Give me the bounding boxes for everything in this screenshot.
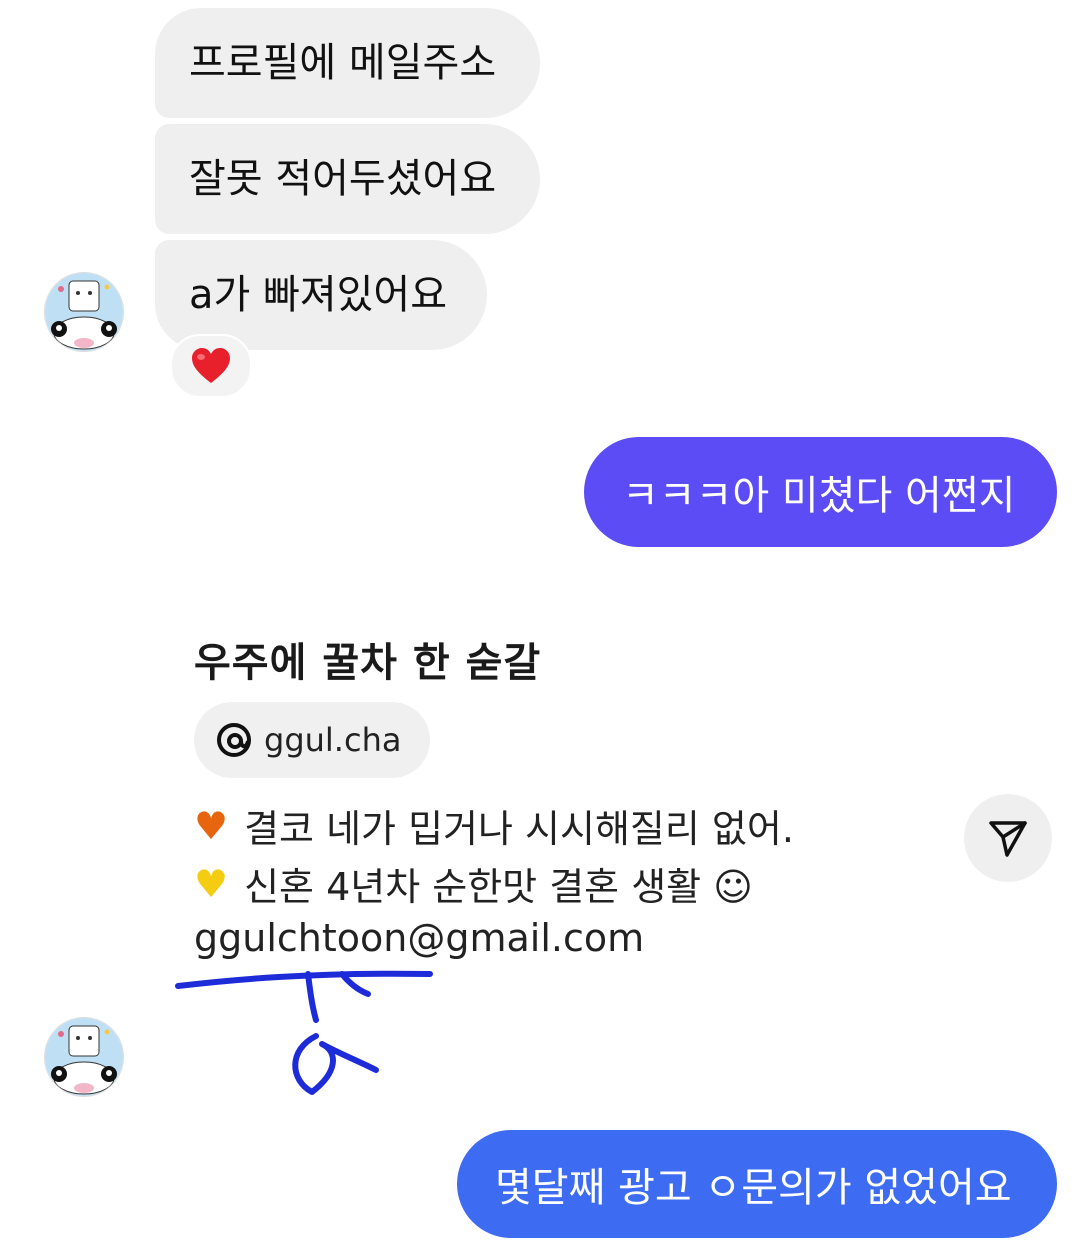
yellow-heart-icon: ♥ [194,861,229,906]
message-text: 잘못 적어두셨어요 [189,156,497,202]
avatar[interactable] [44,272,124,352]
orange-heart-icon: ♥ [194,803,229,848]
reaction-badge[interactable] [170,334,252,398]
bio-text: 결코 네가 밉거나 시시해질리 없어. [244,807,794,851]
threads-icon [217,723,251,757]
send-icon [989,821,1027,857]
bio-line: ♥ 신혼 4년차 순한맛 결혼 생활 ☺ [194,856,753,911]
bio-text: 신혼 4년차 순한맛 결혼 생활 ☺ [244,865,753,909]
shared-profile-card[interactable]: 우주에 꿀차 한 숟갈 ggul.cha ♥ 결코 네가 밉거나 시시해질리 없… [170,600,950,1100]
outgoing-message[interactable]: 몇달째 광고 ㅇ문의가 없었어요 [457,1130,1057,1238]
incoming-message[interactable]: 잘못 적어두셨어요 [155,124,540,234]
message-text: a가 빠져있어요 [189,272,448,318]
threads-handle-pill[interactable]: ggul.cha [194,702,430,778]
outgoing-message[interactable]: ㅋㅋㅋ아 미쳤다 어쩐지 [584,437,1057,547]
handwritten-annotation [175,970,433,1095]
avatar[interactable] [44,1017,124,1097]
share-button[interactable] [964,794,1052,882]
incoming-message[interactable]: 프로필에 메일주소 [155,8,540,118]
threads-handle: ggul.cha [264,721,402,759]
profile-email: ggulchtoon@gmail.com [194,916,645,960]
heart-icon [192,348,230,383]
profile-name: 우주에 꿀차 한 숟갈 [194,640,542,686]
message-text: 몇달째 광고 ㅇ문의가 없었어요 [495,1165,1012,1211]
message-text: ㅋㅋㅋ아 미쳤다 어쩐지 [622,473,1016,519]
avatar-illustration [45,1018,123,1096]
message-text: 프로필에 메일주소 [189,40,497,86]
bio-line: ♥ 결코 네가 밉거나 시시해질리 없어. [194,798,794,853]
avatar-illustration [45,273,123,351]
